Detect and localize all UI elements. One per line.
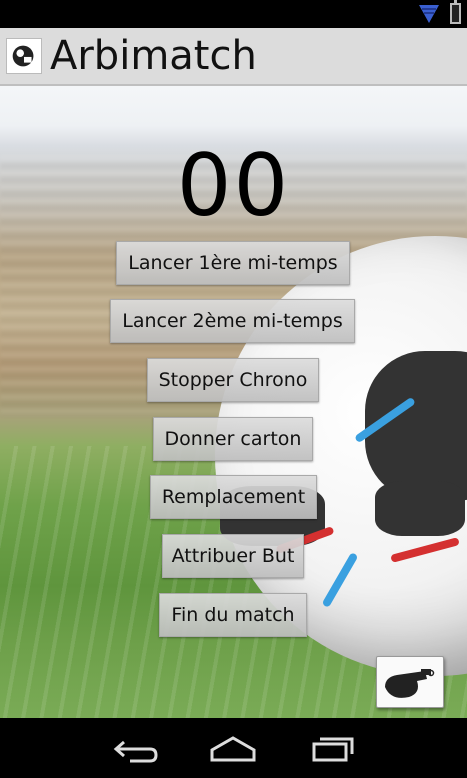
back-icon[interactable] bbox=[110, 732, 160, 764]
navigation-bar bbox=[0, 718, 467, 778]
battery-icon bbox=[450, 0, 461, 24]
award-goal-button[interactable]: Attribuer But bbox=[162, 534, 304, 578]
substitution-button[interactable]: Remplacement bbox=[150, 475, 317, 519]
match-timer: 00 bbox=[176, 136, 291, 236]
start-second-half-button[interactable]: Lancer 2ème mi-temps bbox=[110, 299, 355, 343]
whistle-button[interactable] bbox=[376, 656, 444, 708]
whistle-icon bbox=[385, 669, 435, 698]
ball-stripe bbox=[321, 552, 359, 608]
wifi-icon bbox=[419, 5, 439, 23]
start-first-half-button[interactable]: Lancer 1ère mi-temps bbox=[116, 241, 350, 285]
ball-stripe bbox=[390, 537, 460, 563]
give-card-button[interactable]: Donner carton bbox=[153, 417, 313, 461]
main-content: 00 Lancer 1ère mi-temps Lancer 2ème mi-t… bbox=[0, 86, 467, 718]
stop-chrono-button[interactable]: Stopper Chrono bbox=[147, 358, 319, 402]
referee-logo-icon[interactable] bbox=[6, 38, 42, 74]
end-match-button[interactable]: Fin du match bbox=[159, 593, 307, 637]
recent-apps-icon[interactable] bbox=[308, 732, 358, 764]
action-bar: Arbimatch bbox=[0, 28, 467, 86]
ball-panel bbox=[375, 481, 465, 536]
status-bar bbox=[0, 0, 467, 28]
app-title: Arbimatch bbox=[50, 33, 257, 79]
home-icon[interactable] bbox=[208, 732, 258, 764]
